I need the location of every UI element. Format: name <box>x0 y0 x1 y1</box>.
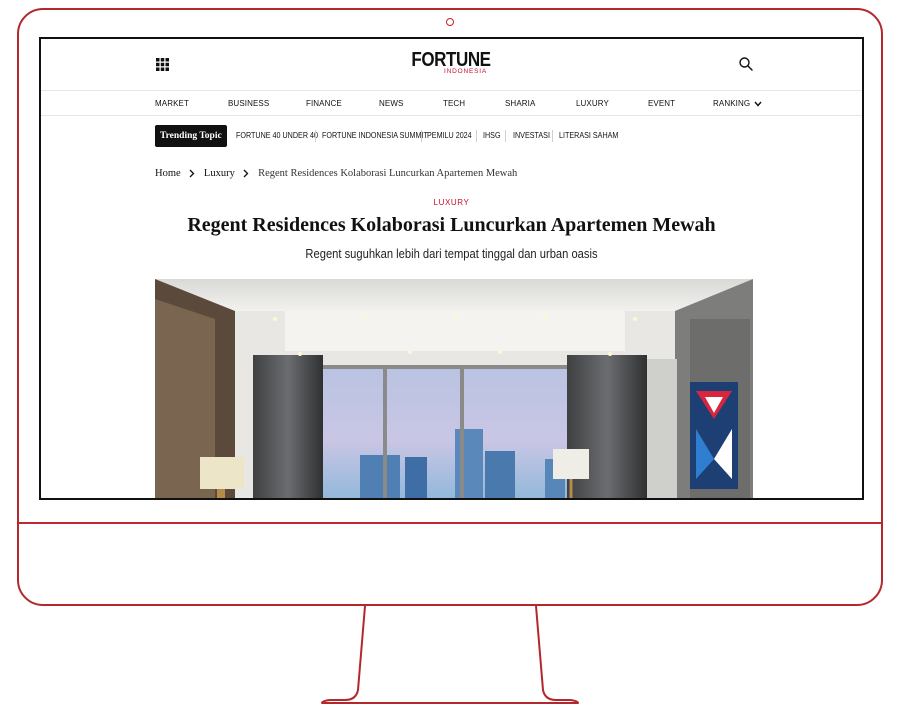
trending-item[interactable]: FORTUNE 40 UNDER 40 <box>236 131 318 140</box>
nav-item-finance[interactable]: FINANCE <box>306 99 342 108</box>
trending-item[interactable]: FORTUNE INDONESIA SUMMIT <box>322 131 428 140</box>
divider <box>315 130 316 142</box>
trending-bar: Trending Topic FORTUNE 40 UNDER 40 FORTU… <box>155 125 755 147</box>
divider <box>552 130 553 142</box>
nav-item-event[interactable]: EVENT <box>648 99 675 108</box>
article-title: Regent Residences Kolaborasi Luncurkan A… <box>187 214 716 236</box>
divider <box>505 130 506 142</box>
logo-wordmark: FORTUNE <box>411 49 491 71</box>
nav-item-sharia[interactable]: SHARIA <box>505 99 535 108</box>
trending-item[interactable]: IHSG <box>483 131 501 140</box>
nav-item-market[interactable]: MARKET <box>155 99 189 108</box>
divider <box>421 130 422 142</box>
breadcrumb-section[interactable]: Luxury <box>204 168 235 179</box>
article-subtitle: Regent suguhkan lebih dari tempat tingga… <box>305 246 598 261</box>
search-icon[interactable] <box>738 56 754 72</box>
browser-screen: FORTUNE INDONESIA MARKET BUSINESS FINANC… <box>39 37 864 500</box>
breadcrumb-home[interactable]: Home <box>155 168 181 179</box>
article-category[interactable]: LUXURY <box>41 198 862 207</box>
trending-item[interactable]: PEMILU 2024 <box>427 131 472 140</box>
nav-item-tech[interactable]: TECH <box>443 99 465 108</box>
trending-item[interactable]: LITERASI SAHAM <box>559 131 618 140</box>
chevron-down-icon <box>754 101 763 107</box>
chevron-right-icon <box>244 169 249 178</box>
trending-label: Trending Topic <box>155 125 227 147</box>
nav-item-ranking[interactable]: RANKING <box>713 99 763 108</box>
hero-image <box>155 279 753 498</box>
fortune-indonesia-logo[interactable]: FORTUNE INDONESIA <box>401 49 501 75</box>
breadcrumb: Home Luxury Regent Residences Kolaborasi… <box>155 168 517 182</box>
nav-item-business[interactable]: BUSINESS <box>228 99 269 108</box>
grid-menu-icon[interactable] <box>156 58 169 71</box>
divider <box>476 130 477 142</box>
main-nav: MARKET BUSINESS FINANCE NEWS TECH SHARIA… <box>41 90 862 116</box>
chevron-right-icon <box>189 169 195 178</box>
nav-item-luxury[interactable]: LUXURY <box>576 99 609 108</box>
trending-item[interactable]: INVESTASI <box>513 131 550 140</box>
site-header: FORTUNE INDONESIA <box>41 39 862 91</box>
nav-item-ranking-label: RANKING <box>713 99 751 108</box>
breadcrumb-current: Regent Residences Kolaborasi Luncurkan A… <box>258 168 518 179</box>
nav-item-news[interactable]: NEWS <box>379 99 403 108</box>
